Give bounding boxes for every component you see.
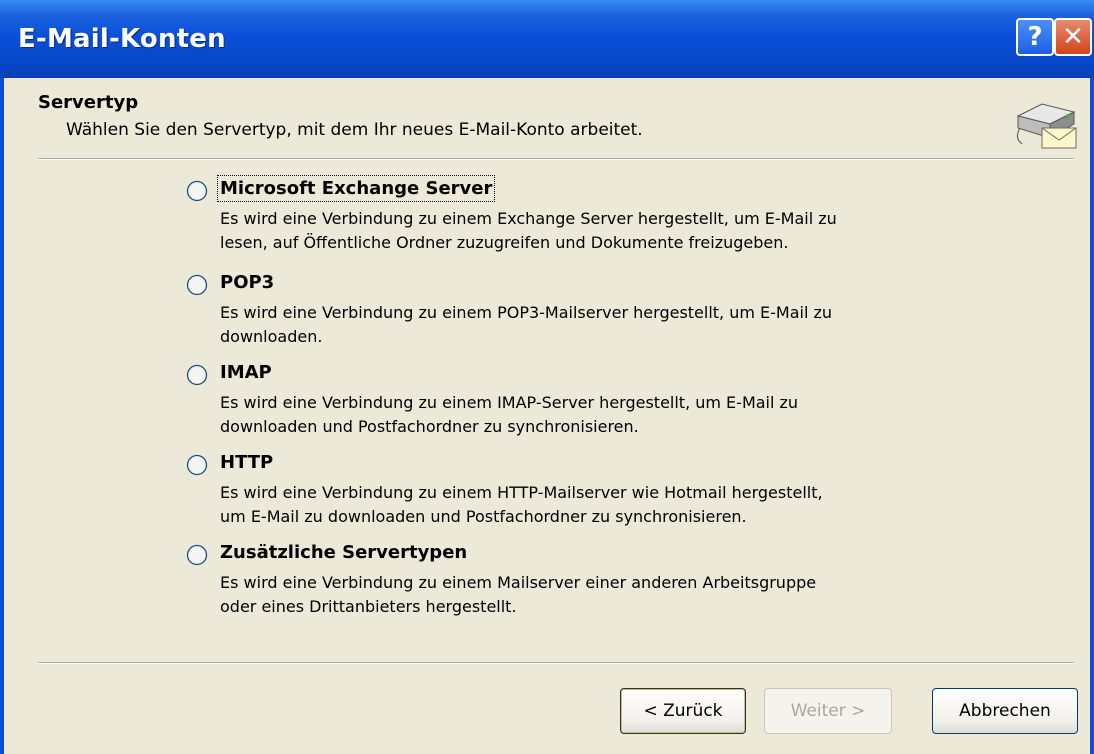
radio-button-additional[interactable] — [186, 544, 208, 566]
description-line: downloaden. — [220, 327, 323, 346]
description-line: lesen, auf Öffentliche Ordner zuzugreife… — [220, 233, 789, 252]
radio-button-pop3[interactable] — [186, 274, 208, 296]
description-line: oder eines Drittanbieters hergestellt. — [220, 597, 517, 616]
option-label-http[interactable]: HTTP — [220, 452, 273, 473]
radio-button-exchange[interactable] — [186, 180, 208, 202]
back-button[interactable]: < Zurück — [620, 688, 746, 734]
description-line: Es wird eine Verbindung zu einem Exchang… — [220, 209, 837, 228]
header-separator — [38, 158, 1074, 160]
radio-button-imap[interactable] — [186, 364, 208, 386]
window-title: E-Mail-Konten — [18, 24, 226, 54]
window-border-right — [1090, 78, 1094, 754]
option-label-exchange[interactable]: Microsoft Exchange Server — [216, 175, 496, 202]
description-line: Es wird eine Verbindung zu einem POP3-Ma… — [220, 303, 833, 322]
page-subtitle: Wählen Sie den Servertyp, mit dem Ihr ne… — [66, 120, 643, 140]
description-line: downloaden und Postfachordner zu synchro… — [220, 417, 639, 436]
description-line: Es wird eine Verbindung zu einem HTTP-Ma… — [220, 483, 823, 502]
close-button[interactable]: ✕ — [1054, 18, 1092, 56]
page-title: Servertyp — [38, 92, 139, 113]
dialog-window: E-Mail-Konten ? ✕ Servertyp Wählen Sie d… — [0, 0, 1094, 754]
description-line: Es wird eine Verbindung zu einem IMAP-Se… — [220, 393, 799, 412]
footer-separator — [38, 662, 1074, 664]
option-description-pop3: Es wird eine Verbindung zu einem POP3-Ma… — [220, 301, 960, 349]
radio-button-http[interactable] — [186, 454, 208, 476]
wizard-header: Servertyp Wählen Sie den Servertyp, mit … — [4, 78, 1090, 156]
description-line: Es wird eine Verbindung zu einem Mailser… — [220, 573, 817, 592]
option-description-http: Es wird eine Verbindung zu einem HTTP-Ma… — [220, 481, 960, 529]
help-button[interactable]: ? — [1016, 18, 1054, 56]
close-icon: ✕ — [1062, 22, 1084, 52]
option-description-additional: Es wird eine Verbindung zu einem Mailser… — [220, 571, 960, 619]
next-button[interactable]: Weiter > — [764, 688, 892, 734]
cancel-button[interactable]: Abbrechen — [932, 688, 1078, 734]
option-label-pop3[interactable]: POP3 — [220, 272, 274, 293]
option-description-imap: Es wird eine Verbindung zu einem IMAP-Se… — [220, 391, 960, 439]
server-mail-icon — [1016, 103, 1077, 149]
option-label-additional[interactable]: Zusätzliche Servertypen — [220, 542, 467, 563]
title-bar[interactable]: E-Mail-Konten ? ✕ — [0, 0, 1094, 80]
help-icon: ? — [1027, 22, 1043, 52]
option-description-exchange: Es wird eine Verbindung zu einem Exchang… — [220, 207, 960, 255]
option-label-imap[interactable]: IMAP — [220, 362, 272, 383]
dialog-client-area: Servertyp Wählen Sie den Servertyp, mit … — [4, 78, 1090, 754]
description-line: um E-Mail zu downloaden und Postfachordn… — [220, 507, 747, 526]
